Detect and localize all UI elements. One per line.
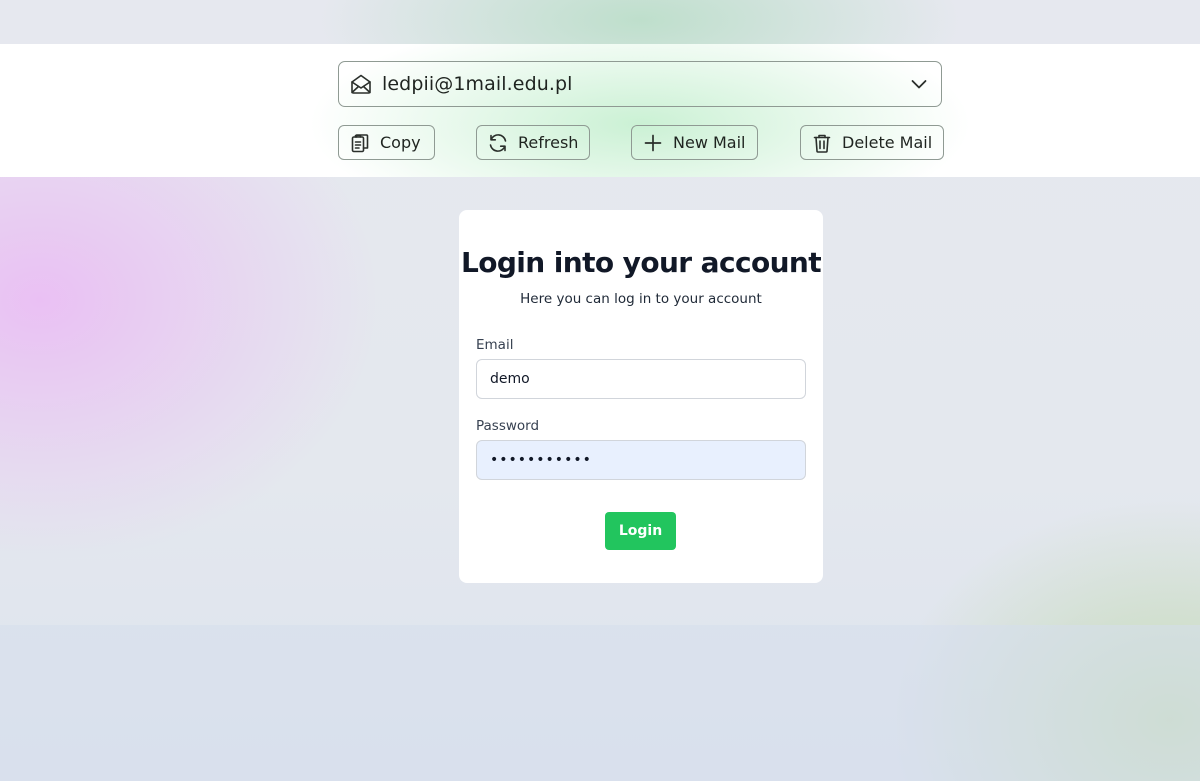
trash-icon (811, 132, 833, 154)
clipboard-copy-icon (349, 132, 371, 154)
login-button[interactable]: Login (605, 512, 676, 550)
refresh-icon (487, 132, 509, 154)
plus-icon (642, 132, 664, 154)
copy-button[interactable]: Copy (338, 125, 435, 160)
password-field[interactable] (476, 440, 806, 480)
new-mail-button[interactable]: New Mail (631, 125, 758, 160)
delete-mail-button[interactable]: Delete Mail (800, 125, 944, 160)
login-subtitle: Here you can log in to your account (520, 291, 762, 307)
login-card: Login into your account Here you can log… (459, 210, 823, 583)
temp-mail-toolbar: ledpii@1mail.edu.pl Copy Refresh New Mai… (0, 44, 1200, 177)
refresh-button[interactable]: Refresh (476, 125, 590, 160)
refresh-button-label: Refresh (518, 133, 579, 152)
email-field[interactable] (476, 359, 806, 399)
chevron-down-icon[interactable] (909, 74, 929, 94)
background-band (0, 625, 1200, 781)
login-title: Login into your account (460, 246, 822, 279)
copy-button-label: Copy (380, 133, 421, 152)
mailbox-selector[interactable]: ledpii@1mail.edu.pl (338, 61, 942, 107)
envelope-open-icon (349, 72, 373, 96)
current-email-address: ledpii@1mail.edu.pl (382, 73, 573, 95)
email-label: Email (476, 337, 514, 353)
new-mail-button-label: New Mail (673, 133, 746, 152)
delete-mail-button-label: Delete Mail (842, 133, 933, 152)
password-label: Password (476, 418, 540, 434)
